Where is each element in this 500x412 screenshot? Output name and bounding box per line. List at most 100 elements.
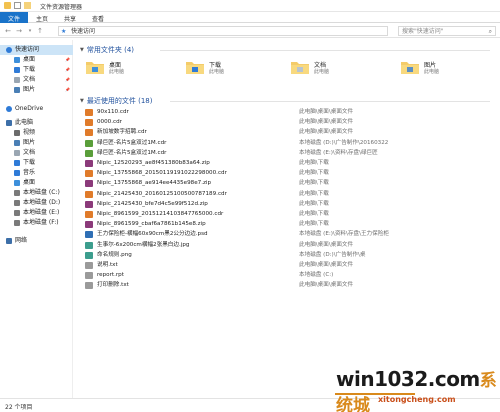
pin-icon[interactable]: 📌 bbox=[65, 65, 70, 75]
pin-icon[interactable]: 📌 bbox=[65, 85, 70, 95]
recent-file-row[interactable]: report.rpt 本地磁盘 (C:) bbox=[83, 271, 495, 281]
pin-icon[interactable]: 📌 bbox=[65, 55, 70, 65]
file-location: 本地磁盘 (C:) bbox=[299, 272, 334, 279]
item-count: 22 个项目 bbox=[5, 404, 33, 411]
sidebar-item-label: 网络 bbox=[15, 237, 28, 244]
recent-file-row[interactable]: 王力保险柜-横幅60x90cm黑2公分边边.psd 本地磁盘 (E:)\资料\存盘… bbox=[83, 230, 495, 240]
ribbon-tabs: 文件 主页 共享 查看 bbox=[0, 12, 500, 23]
file-type-icon bbox=[85, 251, 93, 259]
file-name: 新加坡数字招聘.cdr bbox=[97, 129, 147, 136]
file-name: 生事尔-6x200cm横幅2张黑白边.jpg bbox=[97, 241, 190, 248]
search-input[interactable]: 搜索"快速访问" ⌕ bbox=[398, 26, 496, 36]
recent-file-row[interactable]: Nipic_21425430_20160125100500787189.cdr 此… bbox=[83, 190, 495, 200]
sidebar-item[interactable]: 本地磁盘 (F:) bbox=[0, 218, 73, 228]
group-divider bbox=[170, 101, 490, 102]
recent-file-row[interactable]: Nipic_12520293_ae8f451380b83a64.zip 此电脑\下… bbox=[83, 159, 495, 169]
tab-file[interactable]: 文件 bbox=[0, 12, 29, 23]
recent-file-row[interactable]: 90x110.cdr 此电脑\桌面\桌面文件 bbox=[83, 108, 495, 118]
content-pane: ▼ 常用文件夹 (4) 桌面 此电脑 下载 此电脑 文档 此电脑 图片 此电脑 ▼ 最近使用的… bbox=[75, 40, 500, 398]
recent-file-row[interactable]: 打印删除.txt 此电脑\桌面\桌面文件 bbox=[83, 281, 495, 291]
sidebar-item[interactable]: 本地磁盘 (C:) bbox=[0, 188, 73, 198]
sidebar-item[interactable]: 下载 📌 bbox=[0, 65, 73, 75]
sidebar-item[interactable]: 图片 📌 bbox=[0, 85, 73, 95]
sidebar-item[interactable]: 快速访问 bbox=[0, 45, 73, 55]
sidebar-item-label: OneDrive bbox=[15, 105, 44, 112]
sidebar-item[interactable]: 桌面 bbox=[0, 178, 73, 188]
sidebar-item[interactable]: 图片 bbox=[0, 138, 73, 148]
sidebar-item-label: 桌面 bbox=[23, 56, 36, 63]
drive-icon bbox=[14, 210, 20, 216]
group-divider bbox=[160, 50, 490, 51]
file-name: report.rpt bbox=[97, 272, 124, 279]
pictures-icon bbox=[14, 87, 20, 93]
forward-arrow-icon[interactable]: → bbox=[15, 27, 23, 35]
file-name: 绿巨匠-名片5盒双过1M.cdr bbox=[97, 139, 167, 146]
sidebar-item-label: 本地磁盘 (D:) bbox=[23, 199, 61, 206]
folder-app-icon bbox=[4, 2, 11, 9]
recent-files-header[interactable]: ▼ 最近使用的文件 (18) bbox=[80, 96, 152, 106]
frequent-folder-tile[interactable]: 桌面 此电脑 bbox=[85, 57, 185, 87]
tab-share[interactable]: 共享 bbox=[56, 12, 84, 23]
file-location: 此电脑\桌面\桌面文件 bbox=[299, 241, 354, 248]
frequent-folder-tile[interactable]: 文档 此电脑 bbox=[290, 57, 390, 87]
file-name: 90x110.cdr bbox=[97, 109, 129, 115]
file-name: Nipic_21425430_bfe7d4c5e99f512d.zip bbox=[97, 200, 208, 207]
sidebar-item-label: 本地磁盘 (F:) bbox=[23, 219, 59, 226]
file-name: Nipic_21425430_20160125100500787189.cdr bbox=[97, 190, 227, 197]
back-arrow-icon[interactable]: ← bbox=[4, 27, 12, 35]
new-folder-icon[interactable] bbox=[24, 2, 31, 9]
sidebar-item[interactable]: OneDrive bbox=[0, 104, 73, 114]
recent-file-row[interactable]: 0000.cdr 此电脑\桌面\桌面文件 bbox=[83, 118, 495, 128]
frequent-folder-tile[interactable]: 下载 此电脑 bbox=[185, 57, 285, 87]
sidebar-item[interactable]: 桌面 📌 bbox=[0, 55, 73, 65]
frequent-folders-header[interactable]: ▼ 常用文件夹 (4) bbox=[80, 45, 134, 55]
tab-home[interactable]: 主页 bbox=[28, 12, 56, 23]
file-type-icon bbox=[85, 231, 93, 239]
recent-locations-chevron-icon[interactable]: ▾ bbox=[26, 27, 34, 35]
recent-file-row[interactable]: 命名规则.png 本地磁盘 (D:)\广告制作\桌 bbox=[83, 251, 495, 261]
sidebar-item[interactable]: 网络 bbox=[0, 236, 73, 246]
file-location: 此电脑\下载 bbox=[299, 160, 329, 166]
sidebar-item-label: 下载 bbox=[23, 159, 36, 166]
recent-file-row[interactable]: 绿巨匠-名片5盒双过1M.cdr 本地磁盘 (E:)\资料\存盘\绿巨匠 bbox=[83, 149, 495, 159]
recent-file-row[interactable]: 绿巨匠-名片5盒双过1M.cdr 本地磁盘 (D:)\广告制作\20160322 bbox=[83, 139, 495, 149]
file-location: 本地磁盘 (D:)\广告制作\桌 bbox=[299, 251, 366, 258]
recent-file-row[interactable]: 新加坡数字招聘.cdr 此电脑\桌面\桌面文件 bbox=[83, 128, 495, 138]
drive-icon bbox=[14, 220, 20, 226]
window-title: 文件资源管理器 bbox=[40, 4, 83, 11]
up-arrow-icon[interactable]: ↑ bbox=[36, 27, 44, 35]
file-location: 此电脑\下载 bbox=[299, 221, 329, 228]
file-type-icon bbox=[85, 190, 93, 198]
frequent-folder-tile[interactable]: 图片 此电脑 bbox=[400, 57, 500, 87]
pin-icon[interactable]: 📌 bbox=[65, 75, 70, 85]
sidebar-item[interactable]: 本地磁盘 (D:) bbox=[0, 198, 73, 208]
file-name: Nipic_8961599_20151214103847765000.cdr bbox=[97, 211, 224, 217]
recent-file-row[interactable]: 说明.txt 此电脑\桌面\桌面文件 bbox=[83, 261, 495, 271]
sidebar-item-label: 桌面 bbox=[23, 179, 36, 186]
recent-file-row[interactable]: Nipic_8961599_20151214103847765000.cdr 此电… bbox=[83, 210, 495, 220]
recent-file-row[interactable]: Nipic_8961599_cbaf6a7861b145e8.zip 此电脑\下载 bbox=[83, 220, 495, 230]
properties-icon[interactable] bbox=[14, 2, 21, 9]
recent-file-row[interactable]: Nipic_21425430_bfe7d4c5e99f512d.zip 此电脑\下… bbox=[83, 200, 495, 210]
recent-file-row[interactable]: Nipic_13755868_ae914ee4435e98e7.zip 此电脑\下… bbox=[83, 179, 495, 189]
drive-icon bbox=[14, 190, 20, 196]
folder-icon bbox=[400, 59, 420, 75]
sidebar-item[interactable]: 视频 bbox=[0, 128, 73, 138]
watermark-logo: win1032.com系统城 bbox=[336, 366, 500, 412]
sidebar-item[interactable]: 音乐 bbox=[0, 168, 73, 178]
folder-location: 此电脑 bbox=[424, 69, 440, 75]
sidebar-item[interactable]: 下载 bbox=[0, 158, 73, 168]
recent-file-row[interactable]: 生事尔-6x200cm横幅2张黑白边.jpg 此电脑\桌面\桌面文件 bbox=[83, 241, 495, 251]
recent-file-row[interactable]: Nipic_13755868_20150119191022298000.cdr 此… bbox=[83, 169, 495, 179]
watermark-brand: win1032.com bbox=[336, 367, 480, 391]
sidebar-item[interactable]: 文档 bbox=[0, 148, 73, 158]
sidebar-item[interactable]: 此电脑 bbox=[0, 118, 73, 128]
sidebar-item[interactable]: 本地磁盘 (E:) bbox=[0, 208, 73, 218]
address-path-text: 快速访问 bbox=[71, 28, 96, 35]
file-type-icon bbox=[85, 129, 93, 137]
address-path-field[interactable]: ★ 快速访问 bbox=[58, 26, 388, 36]
tab-view[interactable]: 查看 bbox=[84, 12, 112, 23]
watermark-url: xitongcheng.com bbox=[378, 395, 456, 404]
folder-location: 此电脑 bbox=[209, 69, 225, 75]
sidebar-item[interactable]: 文档 📌 bbox=[0, 75, 73, 85]
